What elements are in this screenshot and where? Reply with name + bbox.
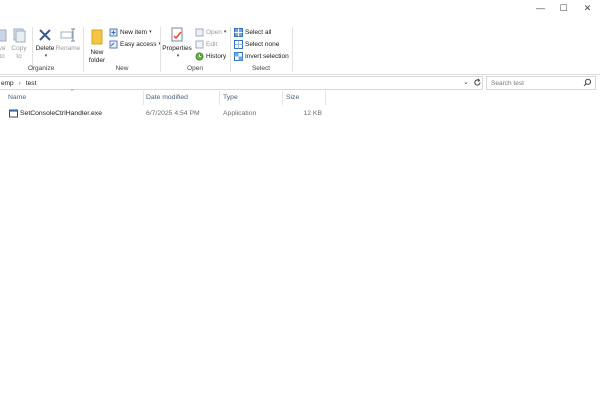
rename-icon [60,27,76,43]
select-all-icon [234,27,243,37]
new-group-label: New [115,65,129,72]
delete-icon [37,27,53,43]
file-name: SetConsoleCtrlHandler.exe [20,110,102,117]
copy-to-label-2: to [16,52,22,60]
column-divider[interactable] [143,91,144,105]
open-button[interactable]: Open ▾ [195,27,226,37]
new-folder-button[interactable]: New folder [86,27,108,64]
breadcrumb-item[interactable]: emp [1,80,14,87]
invert-selection-label: Invert selection [245,52,289,60]
select-none-button[interactable]: Select none [234,39,279,49]
chevron-down-icon[interactable]: ⌄ [463,78,469,86]
ribbon: ve to Copy to Delete ▾ Rename Organize N… [0,24,600,75]
easy-access-icon [109,40,118,49]
move-to-button[interactable]: ve to [0,27,8,63]
address-bar[interactable]: emp › test ⌄ [0,76,483,90]
folder-icon [89,27,105,47]
file-size: 12 KB [303,110,322,117]
open-group-label: Open [187,65,203,72]
edit-button[interactable]: Edit [195,39,217,49]
new-item-button[interactable]: New item ▾ [109,27,152,37]
select-none-label: Select none [245,40,280,48]
copy-to-button[interactable]: Copy to [8,27,30,63]
column-header-size[interactable]: Size [286,94,299,106]
search-icon [583,78,592,87]
address-row: emp › test ⌄ Search test [0,75,600,90]
breadcrumb-separator-icon: › [18,79,21,87]
open-caret-icon: ▾ [223,29,227,35]
new-item-label: New item [120,28,148,36]
edit-label: Edit [206,40,218,48]
file-date-modified: 6/7/2025 4:54 PM [146,110,200,117]
delete-button[interactable]: Delete ▾ [34,27,56,63]
delete-caret-icon: ▾ [44,52,48,59]
column-header-date-modified[interactable]: Date modified [146,94,188,106]
properties-button[interactable]: Properties ▾ [162,27,192,63]
invert-selection-icon [234,51,243,61]
sort-ascending-icon: ^ [71,89,74,95]
column-divider[interactable] [219,91,220,105]
minimize-button[interactable]: — [529,0,552,16]
invert-selection-button[interactable]: Invert selection [234,51,289,61]
edit-icon [195,40,204,49]
history-icon [195,52,204,61]
refresh-icon[interactable] [473,78,482,87]
select-all-label: Select all [245,28,272,36]
search-placeholder: Search test [491,79,524,87]
maximize-button[interactable]: ☐ [552,0,575,16]
new-folder-label-2: folder [88,56,106,64]
title-bar: — ☐ ✕ [0,0,600,24]
breadcrumb-item[interactable]: test [26,80,36,87]
new-item-icon [109,28,118,37]
open-icon [195,28,204,37]
close-button[interactable]: ✕ [576,0,599,16]
column-divider[interactable] [325,91,326,105]
select-all-button[interactable]: Select all [234,27,271,37]
column-header-row: ^ Name Date modified Type Size [0,89,600,106]
column-header-type[interactable]: Type [223,94,238,106]
rename-label: Rename [55,45,81,52]
history-button[interactable]: History [195,51,226,61]
move-to-label-2: to [0,52,5,60]
column-divider[interactable] [282,91,283,105]
move-to-label-1: ve [0,45,6,52]
column-header-name[interactable]: Name [8,94,26,106]
properties-icon [169,27,185,43]
search-input[interactable]: Search test [486,76,596,90]
application-icon [9,109,18,118]
rename-button[interactable]: Rename [56,27,80,63]
organize-group-label: Organize [27,65,55,72]
copy-to-label-1: Copy [11,45,27,52]
properties-caret-icon: ▾ [176,52,180,59]
file-row[interactable]: SetConsoleCtrlHandler.exe 6/7/2025 4:54 … [0,108,600,120]
select-none-icon [234,39,243,49]
history-label: History [206,52,227,60]
easy-access-label: Easy access [120,40,157,48]
easy-access-button[interactable]: Easy access ▾ [109,39,161,49]
copy-to-icon [11,27,27,43]
new-folder-label-1: New [90,49,104,56]
select-group-label: Select [251,65,271,72]
new-item-caret-icon: ▾ [149,29,152,35]
delete-label: Delete [35,45,55,52]
file-type: Application [223,110,257,117]
properties-label: Properties [162,45,192,52]
open-label: Open [206,28,222,36]
divider [292,27,293,72]
